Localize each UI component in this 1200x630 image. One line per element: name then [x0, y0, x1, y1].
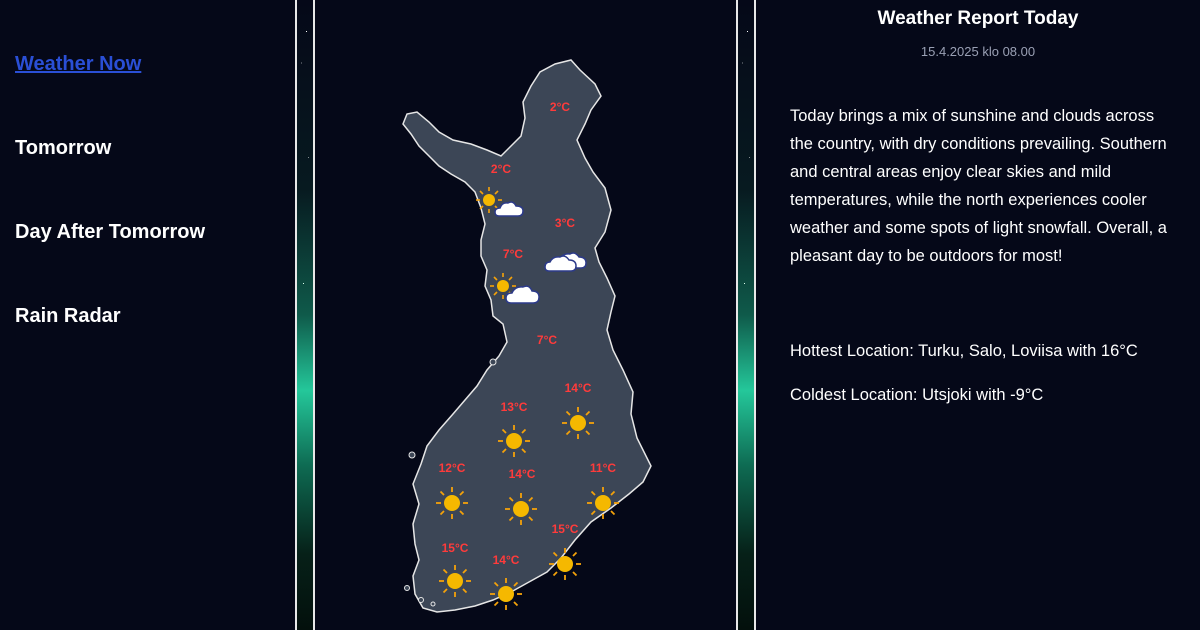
aurora-strip-right [736, 0, 756, 630]
temperature-label: 7°C [536, 333, 558, 347]
weather-report: Weather Report Today 15.4.2025 klo 08.00… [756, 0, 1200, 630]
sun-icon [439, 565, 471, 597]
island [404, 585, 410, 591]
nav-tomorrow-link[interactable]: Tomorrow [15, 137, 111, 160]
sun-icon [436, 487, 468, 519]
sun-icon [498, 425, 530, 457]
temperature-label: 14°C [508, 467, 536, 481]
island [418, 597, 424, 603]
sun-icon [549, 548, 581, 580]
cloud-icon [544, 252, 587, 272]
report-date: 15.4.2025 klo 08.00 [920, 44, 1036, 59]
weather-page: Weather Now Tomorrow Day After Tomorrow … [0, 0, 1200, 630]
temperature-label: 15°C [551, 522, 579, 536]
nav-rain-radar-link[interactable]: Rain Radar [15, 305, 121, 328]
temperature-label: 15°C [441, 541, 469, 555]
side-navigation: Weather Now Tomorrow Day After Tomorrow … [0, 0, 295, 630]
sun-icon [490, 578, 522, 610]
coldest-location: Coldest Location: Utsjoki with -9°C [790, 386, 1044, 404]
temperature-label: 7°C [502, 247, 524, 261]
nav-day-after-tomorrow-link[interactable]: Day After Tomorrow [15, 221, 205, 244]
temperature-label: 14°C [492, 553, 520, 567]
island [489, 358, 497, 366]
finland-land-shape [402, 59, 652, 613]
temperature-label: 2°C [490, 162, 512, 176]
nav-weather-now-link[interactable]: Weather Now [15, 53, 141, 76]
hottest-location: Hottest Location: Turku, Salo, Loviisa w… [790, 342, 1138, 360]
island [430, 601, 436, 607]
sun-cloud-icon [476, 187, 524, 217]
sun-cloud-icon [490, 273, 540, 304]
finland-map-outline [402, 59, 652, 613]
aurora-strip-left [295, 0, 315, 630]
temperature-label: 13°C [500, 400, 528, 414]
sun-icon [505, 493, 537, 525]
temperature-label: 12°C [438, 461, 466, 475]
sun-icon [562, 407, 594, 439]
sun-icon [587, 487, 619, 519]
temperature-label: 2°C [549, 100, 571, 114]
finland-weather-map: 2°C 2°C 3°C 7°C 7°C 14°C 13°C 12°C 14°C … [315, 0, 736, 630]
island [408, 451, 416, 459]
temperature-label: 14°C [564, 381, 592, 395]
report-title: Weather Report Today [877, 8, 1079, 29]
report-summary: Today brings a mix of sunshine and cloud… [790, 107, 1167, 265]
temperature-label: 11°C [589, 461, 617, 475]
temperature-label: 3°C [554, 216, 576, 230]
